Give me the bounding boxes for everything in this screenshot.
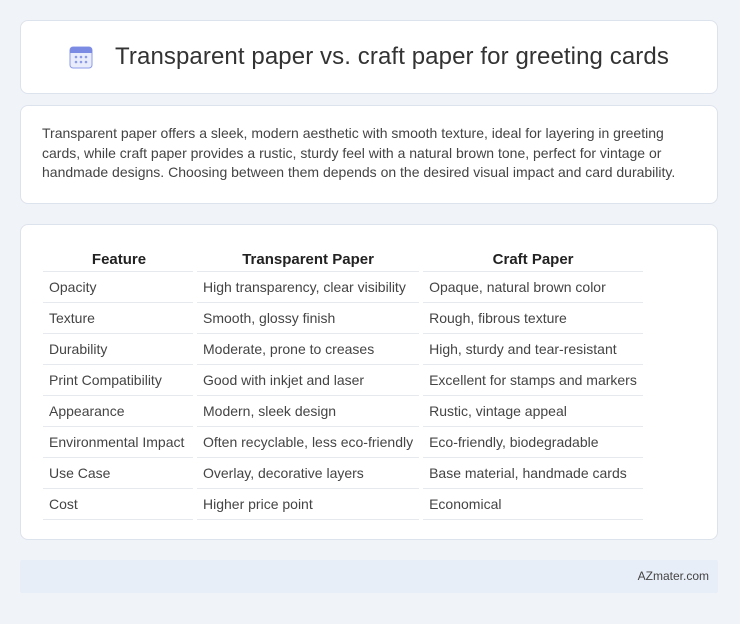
column-header-transparent-paper: Transparent Paper bbox=[195, 247, 422, 272]
table-row: Texture Smooth, glossy finish Rough, fib… bbox=[43, 302, 648, 334]
table-cell: Print Compatibility bbox=[43, 364, 197, 396]
table-cell: Opacity bbox=[43, 271, 197, 303]
table-row: Appearance Modern, sleek design Rustic, … bbox=[43, 395, 648, 427]
table-cell: Appearance bbox=[43, 395, 197, 427]
intro-paragraph: Transparent paper offers a sleek, modern… bbox=[42, 125, 676, 180]
table-cell: Smooth, glossy finish bbox=[195, 302, 424, 334]
table-cell: Use Case bbox=[43, 457, 197, 489]
table-cell: Cost bbox=[43, 488, 197, 520]
table-cell: Eco-friendly, biodegradable bbox=[421, 426, 648, 458]
table-cell: Good with inkjet and laser bbox=[195, 364, 424, 396]
table-cell: Economical bbox=[421, 488, 648, 520]
footer-bar: AZmater.com bbox=[20, 560, 718, 593]
header-inner: Transparent paper vs. craft paper for gr… bbox=[69, 43, 669, 71]
intro-card: Transparent paper offers a sleek, modern… bbox=[20, 105, 718, 204]
table-row: Use Case Overlay, decorative layers Base… bbox=[43, 457, 648, 489]
table-header-row: Feature Transparent Paper Craft Paper bbox=[43, 247, 646, 272]
table-cell: Excellent for stamps and markers bbox=[421, 364, 648, 396]
footer-brand[interactable]: AZmater.com bbox=[638, 569, 709, 583]
page-title: Transparent paper vs. craft paper for gr… bbox=[115, 43, 669, 70]
column-header-craft-paper: Craft Paper bbox=[421, 247, 646, 272]
table-cell: High, sturdy and tear-resistant bbox=[421, 333, 648, 365]
table-cell: Rough, fibrous texture bbox=[421, 302, 648, 334]
table-cell: Environmental Impact bbox=[43, 426, 197, 458]
table-cell: Texture bbox=[43, 302, 197, 334]
header-card: Transparent paper vs. craft paper for gr… bbox=[20, 20, 718, 94]
table-row: Durability Moderate, prone to creases Hi… bbox=[43, 333, 648, 365]
table-cell: Often recyclable, less eco-friendly bbox=[195, 426, 424, 458]
comparison-table: Feature Transparent Paper Craft Paper Op… bbox=[43, 247, 648, 520]
table-cell: High transparency, clear visibility bbox=[195, 271, 424, 303]
table-row: Cost Higher price point Economical bbox=[43, 488, 648, 520]
table-cell: Higher price point bbox=[195, 488, 424, 520]
table-row: Environmental Impact Often recyclable, l… bbox=[43, 426, 648, 458]
table-cell: Overlay, decorative layers bbox=[195, 457, 424, 489]
table-cell: Moderate, prone to creases bbox=[195, 333, 424, 365]
table-cell: Rustic, vintage appeal bbox=[421, 395, 648, 427]
table-cell: Modern, sleek design bbox=[195, 395, 424, 427]
table-cell: Durability bbox=[43, 333, 197, 365]
table-cell: Opaque, natural brown color bbox=[421, 271, 648, 303]
column-header-feature: Feature bbox=[43, 247, 195, 272]
table-card: Feature Transparent Paper Craft Paper Op… bbox=[20, 224, 718, 540]
table-row: Print Compatibility Good with inkjet and… bbox=[43, 364, 648, 396]
table-cell: Base material, handmade cards bbox=[421, 457, 648, 489]
table-row: Opacity High transparency, clear visibil… bbox=[43, 271, 648, 303]
calendar-icon bbox=[69, 45, 93, 69]
